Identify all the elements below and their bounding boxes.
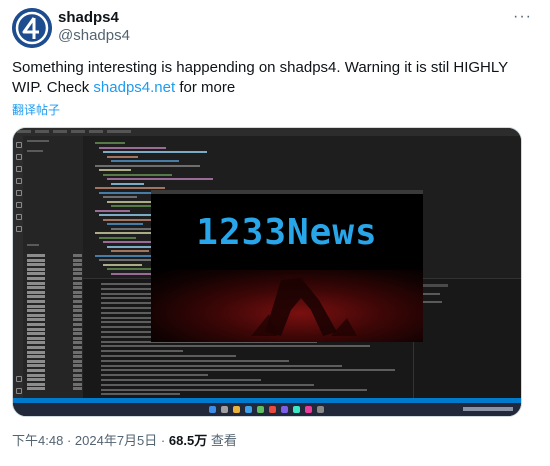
code-line (111, 182, 144, 185)
emulator-game-scene (151, 270, 423, 342)
code-line (107, 223, 143, 225)
code-line (95, 142, 125, 144)
terminal-sessions (413, 279, 521, 399)
explorer-thread-row (27, 258, 82, 262)
tweet-footer: 下午4:48 · 2024年7月5日 · 68.5万 查看 (12, 430, 237, 449)
code-line (111, 160, 179, 162)
explorer-thread-row (27, 346, 82, 349)
explorer-thread-row (27, 263, 82, 267)
code-line (95, 187, 165, 189)
code-line (103, 196, 137, 198)
terminal-line (101, 374, 208, 377)
explorer-thread-row (27, 313, 82, 317)
code-line (107, 155, 138, 158)
explorer-thread-row (27, 364, 82, 368)
explorer-thread-row (27, 295, 82, 299)
explorer-thread-row (27, 387, 82, 391)
explorer-thread-row (27, 304, 82, 308)
terminal-line (101, 355, 236, 357)
tweet-text-body: Something interesting is happending on s… (12, 59, 508, 96)
footer-separator: · (66, 433, 72, 448)
explorer-thread-row (27, 332, 82, 336)
explorer-thread-row (27, 267, 82, 271)
terminal-line (101, 369, 395, 372)
code-line (103, 173, 172, 176)
windows-taskbar (13, 403, 521, 416)
explorer-thread-row (27, 277, 82, 280)
code-line (107, 178, 213, 180)
code-line (99, 236, 136, 239)
code-line (103, 151, 207, 153)
explorer-thread-row (27, 373, 82, 377)
tweet-media-screenshot[interactable]: 1233News (12, 127, 522, 417)
terminal-line (101, 345, 370, 348)
footer-separator: · (160, 433, 166, 448)
emulator-window[interactable]: 1233News (151, 190, 423, 342)
emulator-titlebar (151, 190, 423, 194)
user-handle[interactable]: @shadps4 (58, 27, 130, 44)
terminal-line (101, 364, 342, 367)
tweet-text-tail: for more (175, 79, 236, 96)
explorer-thread-row (27, 254, 82, 257)
more-horizontal-icon[interactable]: ··· (513, 8, 532, 26)
terminal-line (101, 383, 314, 386)
terminal-line (101, 359, 289, 362)
explorer-thread-row (27, 323, 82, 326)
terminal-line (101, 388, 367, 391)
window-titlebar (13, 128, 521, 136)
explorer-thread-row (27, 272, 82, 276)
explorer-panel (23, 136, 83, 398)
explorer-thread-row (27, 309, 82, 313)
code-line (111, 250, 149, 252)
display-name[interactable]: shadps4 (58, 9, 119, 26)
explorer-thread-row (27, 281, 82, 285)
activity-bar (13, 136, 23, 398)
shadps4-logo-icon (12, 8, 52, 48)
code-line (95, 164, 200, 167)
terminal-line (101, 393, 180, 396)
tweet-card: shadps4 @shadps4 ··· Something interesti… (0, 0, 550, 466)
explorer-thread-row (27, 318, 82, 322)
code-line (99, 169, 131, 171)
explorer-thread-row (27, 350, 82, 354)
explorer-thread-row (27, 327, 82, 331)
views-count: 68.5万 (168, 433, 208, 448)
explorer-thread-row (27, 378, 82, 382)
tweet-time[interactable]: 下午4:48 (12, 433, 63, 448)
explorer-thread-row (27, 382, 82, 386)
terminal-line (101, 350, 183, 353)
explorer-thread-row (27, 290, 82, 294)
tweet-link[interactable]: shadps4.net (93, 79, 175, 96)
code-line (103, 263, 142, 266)
terminal-line (101, 379, 261, 381)
translate-link[interactable]: 翻译帖子 (12, 101, 60, 118)
emulator-logo-text: 1233News (196, 212, 378, 253)
tweet-date[interactable]: 2024年7月5日 (75, 433, 157, 448)
code-line (99, 146, 166, 149)
views-label: 查看 (210, 433, 237, 448)
explorer-thread-row (27, 369, 82, 372)
explorer-thread-row (27, 300, 82, 303)
explorer-thread-row (27, 359, 82, 363)
explorer-thread-row (27, 286, 82, 290)
explorer-thread-row (27, 336, 82, 340)
avatar[interactable] (12, 8, 52, 48)
explorer-thread-row (27, 355, 82, 359)
code-line (95, 209, 130, 212)
explorer-thread-row (27, 341, 82, 345)
tweet-text: Something interesting is happending on s… (12, 58, 532, 98)
